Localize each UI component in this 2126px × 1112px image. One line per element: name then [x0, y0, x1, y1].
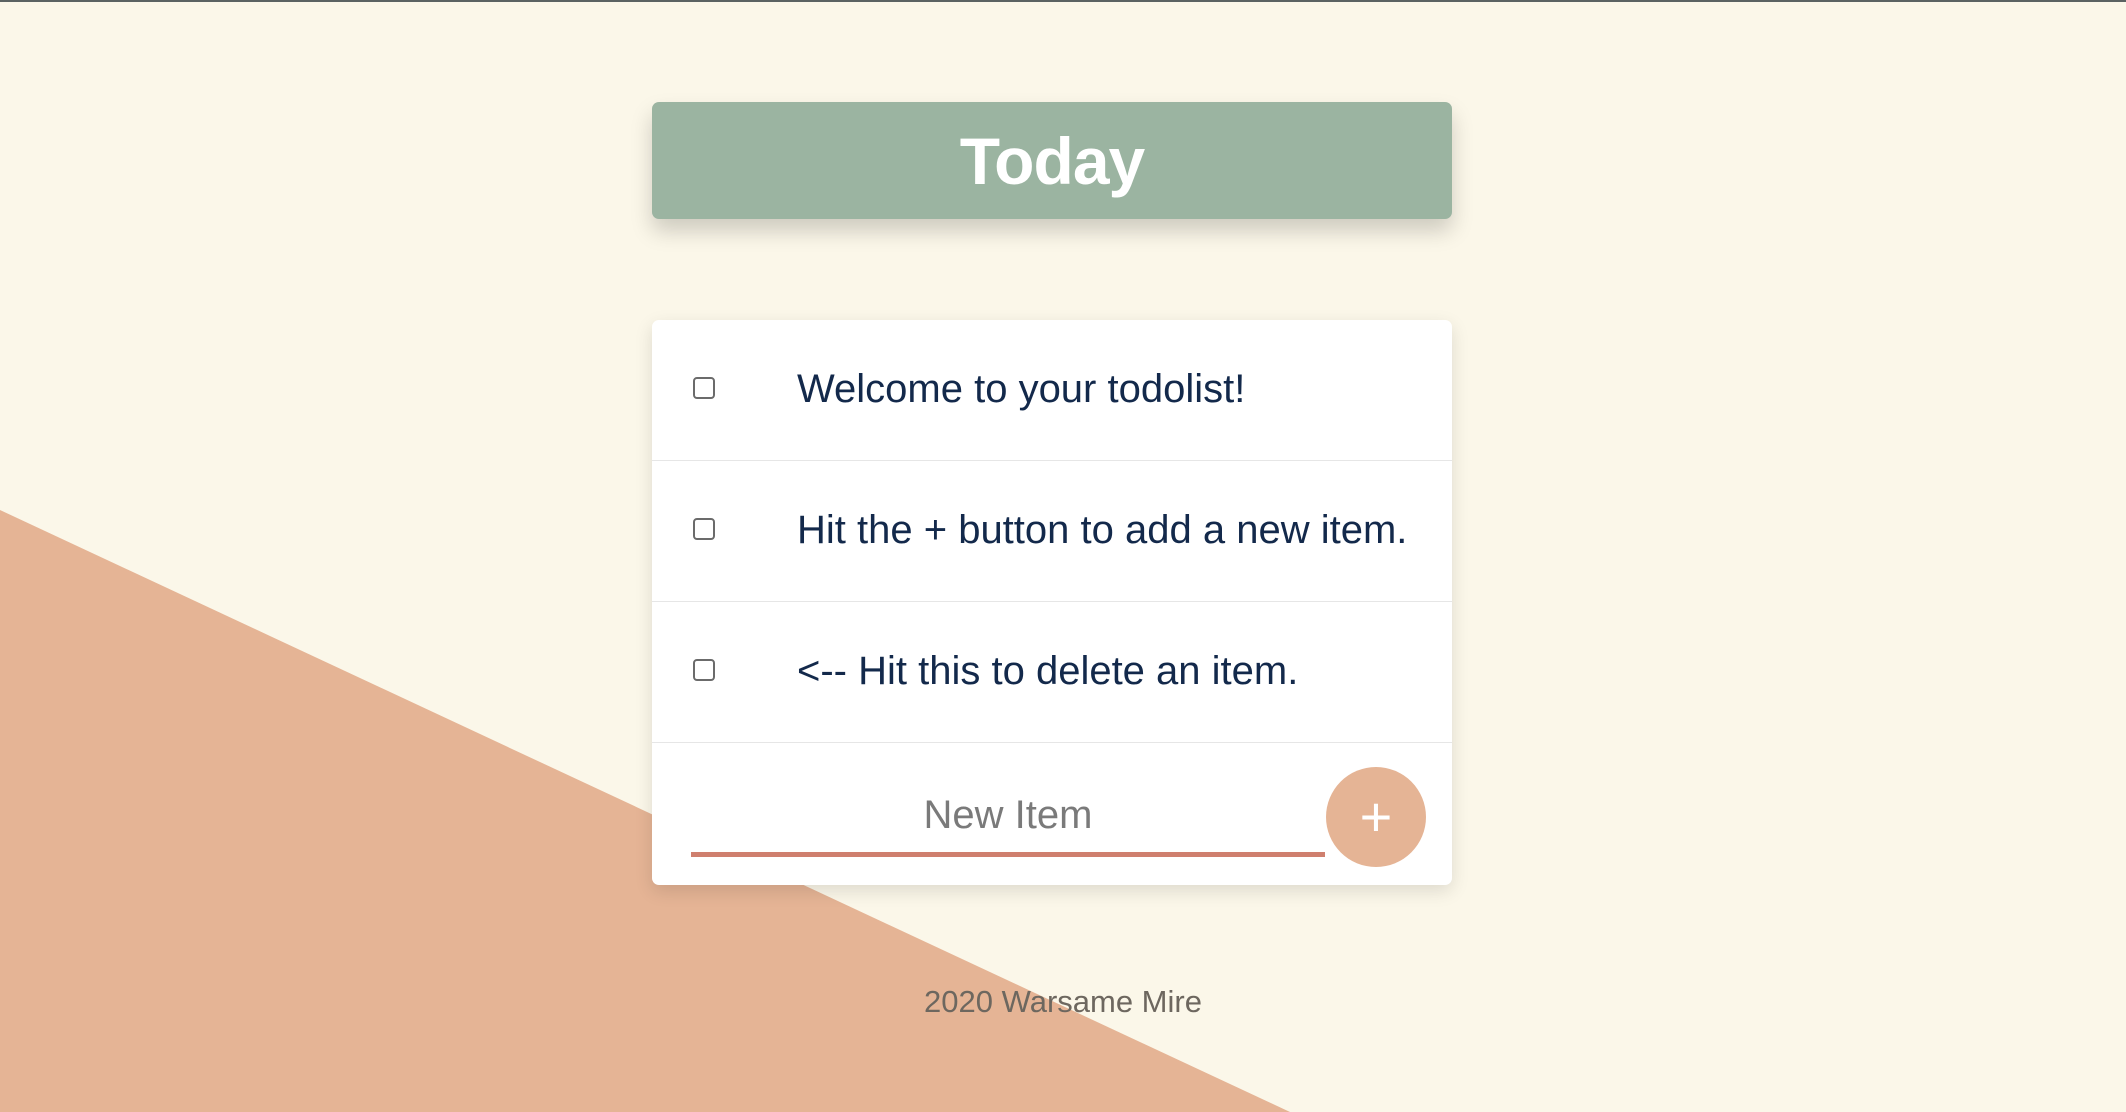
item-checkbox[interactable]	[693, 518, 715, 540]
todo-item: Hit the + button to add a new item.	[652, 461, 1452, 602]
page-title: Today	[959, 123, 1145, 198]
item-text: Hit the + button to add a new item.	[797, 508, 1408, 552]
todo-card: Welcome to your todolist! Hit the + butt…	[652, 320, 1452, 885]
new-item-row: +	[652, 743, 1452, 884]
add-item-button[interactable]: +	[1326, 767, 1426, 867]
heading-box: Today	[652, 102, 1452, 219]
todo-item: Welcome to your todolist!	[652, 320, 1452, 461]
footer-text: 2020 Warsame Mire	[924, 984, 1202, 1019]
item-text: Welcome to your todolist!	[797, 367, 1246, 411]
item-checkbox[interactable]	[693, 377, 715, 399]
item-checkbox[interactable]	[693, 659, 715, 681]
todo-item: <-- Hit this to delete an item.	[652, 602, 1452, 743]
new-item-input[interactable]	[691, 779, 1325, 857]
item-text: <-- Hit this to delete an item.	[797, 649, 1299, 693]
